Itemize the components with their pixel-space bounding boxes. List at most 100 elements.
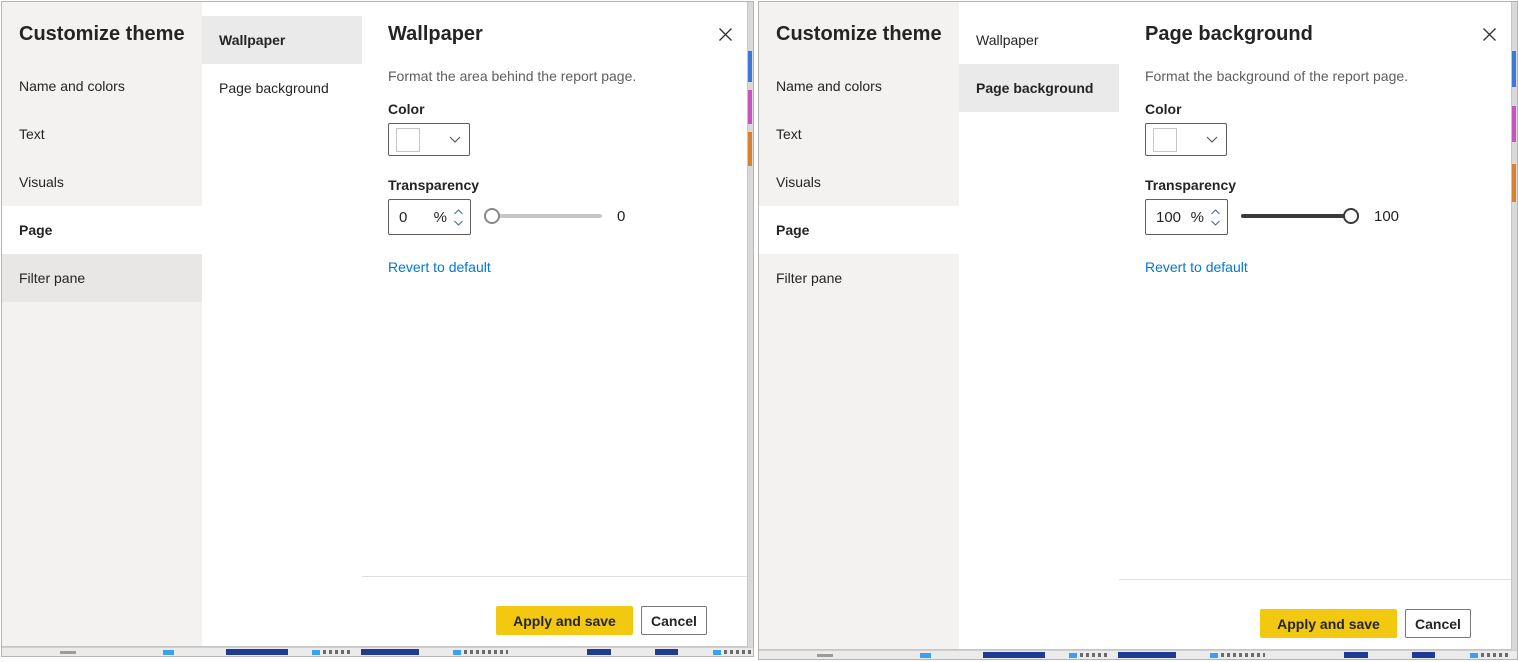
revert-to-default-link[interactable]: Revert to default: [388, 259, 491, 275]
background-fragment: [163, 650, 174, 655]
sidebar-item-page[interactable]: Page: [2, 206, 202, 254]
dialog-title: Customize theme: [776, 23, 942, 46]
page-subnav: Wallpaper Page background: [202, 2, 362, 646]
page-subnav: Wallpaper Page background: [959, 2, 1119, 649]
chevron-down-icon: [1206, 136, 1218, 143]
chevron-down-icon: [449, 136, 461, 143]
background-fragment: [983, 652, 1045, 658]
background-fragment: [312, 650, 320, 655]
transparency-unit: %: [434, 209, 447, 226]
subnav-item-wallpaper[interactable]: Wallpaper: [202, 16, 362, 64]
dialog-title: Customize theme: [19, 23, 185, 46]
transparency-label: Transparency: [1145, 177, 1236, 193]
sidebar-item-visuals[interactable]: Visuals: [2, 158, 202, 206]
color-swatch: [396, 128, 420, 152]
sidebar-item-text[interactable]: Text: [2, 110, 202, 158]
spinner-up-icon[interactable]: [1209, 208, 1223, 216]
panel-heading: Wallpaper: [388, 23, 483, 46]
panel-description: Format the area behind the report page.: [388, 68, 636, 84]
background-fragment: [453, 650, 461, 655]
spinner-control: [447, 200, 470, 234]
slider-value-label: 0: [617, 208, 625, 225]
background-fragment: [724, 650, 752, 654]
slider-value-label: 100: [1374, 208, 1399, 225]
background-fragment: [1470, 653, 1478, 658]
close-button[interactable]: [1479, 24, 1499, 44]
transparency-slider[interactable]: [484, 208, 602, 224]
apply-and-save-button[interactable]: Apply and save: [496, 606, 633, 635]
background-fragment: [1210, 653, 1218, 658]
screenshot-page-background: Customize theme Name and colors Text Vis…: [758, 1, 1518, 660]
theme-color-bar-orange: [748, 132, 752, 166]
close-icon: [718, 27, 733, 42]
customize-theme-dialog: Customize theme Name and colors Text Vis…: [759, 2, 1512, 650]
revert-to-default-link[interactable]: Revert to default: [1145, 259, 1248, 275]
background-fragment: [1069, 653, 1077, 658]
background-fragment: [1481, 653, 1509, 657]
spinner-control: [1204, 200, 1227, 234]
background-edge-strip: [1512, 2, 1517, 650]
theme-sidebar: Customize theme Name and colors Text Vis…: [2, 2, 202, 646]
sidebar-item-filter-pane[interactable]: Filter pane: [2, 254, 202, 302]
theme-sidebar: Customize theme Name and colors Text Vis…: [759, 2, 959, 649]
theme-color-bar-magenta: [1512, 106, 1516, 142]
sidebar-item-visuals[interactable]: Visuals: [759, 158, 959, 206]
background-fragment: [920, 653, 931, 658]
transparency-slider-row: 0: [484, 198, 625, 234]
color-swatch: [1153, 128, 1177, 152]
sidebar-item-name-and-colors[interactable]: Name and colors: [2, 62, 202, 110]
dialog-footer: Apply and save Cancel: [1119, 579, 1511, 649]
slider-track: [484, 214, 602, 218]
page-background-detail-panel: Page background Format the background of…: [1119, 2, 1511, 649]
background-fragment: [1412, 652, 1435, 658]
background-fragment: [713, 650, 721, 655]
close-button[interactable]: [715, 24, 735, 44]
color-label: Color: [1145, 101, 1182, 117]
slider-fill: [1241, 214, 1359, 218]
sidebar-item-page[interactable]: Page: [759, 206, 959, 254]
background-fragment: [226, 649, 288, 655]
spinner-down-icon[interactable]: [452, 219, 466, 227]
theme-color-bar-blue: [748, 51, 752, 82]
spinner-up-icon[interactable]: [452, 208, 466, 216]
slider-thumb[interactable]: [484, 208, 500, 224]
sidebar-item-name-and-colors[interactable]: Name and colors: [759, 62, 959, 110]
wallpaper-detail-panel: Wallpaper Format the area behind the rep…: [362, 2, 747, 646]
close-icon: [1482, 27, 1497, 42]
cancel-button[interactable]: Cancel: [1405, 609, 1471, 638]
spinner-down-icon[interactable]: [1209, 219, 1223, 227]
panel-heading: Page background: [1145, 23, 1313, 46]
sidebar-item-text[interactable]: Text: [759, 110, 959, 158]
transparency-slider[interactable]: [1241, 208, 1359, 224]
background-fragment: [587, 649, 611, 655]
color-dropdown[interactable]: [388, 123, 470, 156]
transparency-unit: %: [1191, 209, 1204, 226]
background-fragment: [1118, 652, 1176, 658]
panel-description: Format the background of the report page…: [1145, 68, 1408, 84]
transparency-input[interactable]: 100 %: [1145, 199, 1228, 235]
transparency-label: Transparency: [388, 177, 479, 193]
color-dropdown[interactable]: [1145, 123, 1227, 156]
background-bottom-strip: [759, 650, 1517, 659]
theme-color-bar-magenta: [748, 90, 752, 124]
background-fragment: [655, 649, 678, 655]
background-edge-strip: [748, 2, 753, 647]
background-fragment: [464, 650, 508, 654]
slider-thumb[interactable]: [1343, 208, 1359, 224]
transparency-input[interactable]: 0 %: [388, 199, 471, 235]
subnav-item-wallpaper[interactable]: Wallpaper: [959, 16, 1119, 64]
color-label: Color: [388, 101, 425, 117]
apply-and-save-button[interactable]: Apply and save: [1260, 609, 1397, 638]
subnav-item-page-background[interactable]: Page background: [202, 64, 362, 112]
subnav-item-page-background[interactable]: Page background: [959, 64, 1119, 112]
theme-color-bar-blue: [1512, 51, 1516, 87]
screenshot-wallpaper: Customize theme Name and colors Text Vis…: [1, 1, 754, 657]
background-fragment: [1221, 653, 1265, 657]
background-fragment: [1080, 653, 1110, 657]
transparency-value: 0: [399, 209, 407, 226]
sidebar-item-filter-pane[interactable]: Filter pane: [759, 254, 959, 302]
background-fragment: [60, 651, 76, 654]
theme-color-bar-orange: [1512, 164, 1516, 202]
cancel-button[interactable]: Cancel: [641, 606, 707, 635]
background-fragment: [1344, 652, 1368, 658]
